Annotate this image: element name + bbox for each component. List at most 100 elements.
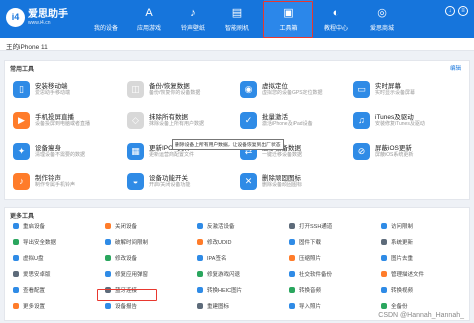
tool-description: 抹除设备上所有用户数据 [149,121,205,127]
more-tool-item[interactable]: 虚拟U盘 [13,253,43,263]
tool-description: 清理设备不需要的数据 [35,152,86,158]
more-tool-label: 导出安全数据 [23,240,57,246]
more-tool-item[interactable]: IPA签名 [197,253,226,263]
tool-icon [289,255,295,261]
nav-tab-6[interactable]: ◐ 教程中心 [314,0,358,38]
more-tool-item[interactable]: 打开SSH通道 [289,221,332,231]
block-update-icon: ⊘ [353,143,370,160]
activate-icon: ✓ [240,112,257,129]
nav-tab-label: 智能刷机 [224,26,249,32]
more-tool-item[interactable]: 访问限制 [381,221,413,231]
nav-tab-label: 教程中心 [323,26,348,32]
tool-description: 虚拟您的设备GPS定位数据 [262,90,323,96]
tool-item[interactable]: ▯ 安装移动端 爱思助手移动端 [13,79,125,104]
nav-tab-3[interactable]: ♪ 铃声壁纸 [171,0,215,38]
more-tool-item[interactable]: 修复游戏闪退 [197,269,240,279]
more-tool-label: 修改UDID [207,240,232,246]
tool-description: 制作专属手机铃声 [35,182,76,188]
tool-item[interactable]: ◒ 设备功能开关 开启/关闭设备功能 [127,171,239,196]
more-tool-item[interactable]: 修复应用弹窗 [105,269,148,279]
logo-url: www.i4.cn [28,20,51,26]
menu-icon[interactable]: ≡ [458,6,468,16]
more-tool-item[interactable]: 转换HEIC图片 [197,285,242,295]
more-tool-label: 修改设备 [115,256,138,262]
tool-icon [197,255,203,261]
download-icon[interactable]: ↓ [445,6,455,16]
tool-description: 设备投屏到电脑或者直播 [35,121,91,127]
tool-icon [13,223,19,229]
more-tool-item[interactable]: 修改设备 [105,253,137,263]
tool-icon [13,303,19,309]
more-tool-label: 重建图标 [207,304,230,310]
tool-item[interactable]: ✕ 删除顽固图标 删除设备顽固图标 [240,171,352,196]
logo-name: 爱思助手 [28,9,68,20]
more-tool-item[interactable]: 重启设备 [13,221,45,231]
common-tools-panel: 常用工具 编辑 ▯ 安装移动端 爱思助手移动端 ◫ 备份/恢复数据 备份/恢复你的设备数据… [4,60,470,200]
more-tool-item[interactable]: 破解时间限制 [105,237,148,247]
more-tool-item[interactable]: 导入照片 [289,301,321,311]
more-tool-item[interactable]: 管理描述文件 [381,269,424,279]
tool-item[interactable]: ◫ 备份/恢复数据 备份/恢复你的设备数据 [127,79,239,104]
more-tool-item[interactable]: 系统更新 [381,237,413,247]
tool-item[interactable]: ▭ 实时屏幕 实时显示设备屏幕 [353,79,465,104]
mobile-app-icon: ▯ [13,81,30,98]
tool-icon [13,271,19,277]
more-tool-item[interactable]: 重建图标 [197,301,229,311]
more-tool-item[interactable]: 更多设置 [13,301,45,311]
tool-icon [289,303,295,309]
nav-tab-2[interactable]: A 应用游戏 [127,0,171,38]
more-tool-item[interactable]: 导出安全数据 [13,237,56,247]
tool-icon [197,303,203,309]
tutorial-icon: ◐ [332,7,340,19]
tool-item[interactable]: ♪ 制作铃声 制作专属手机铃声 [13,171,125,196]
itunes-icon: ♫ [353,112,370,129]
more-tool-label: 系统更新 [391,240,414,246]
more-tool-item[interactable]: 关闭设备 [105,221,137,231]
tool-icon [197,239,203,245]
more-tool-label: 破解时间限制 [115,240,149,246]
tool-icon [105,255,111,261]
more-tool-item[interactable]: 全备份 [381,301,408,311]
ipcc-icon: ▦ [127,143,144,160]
tool-item[interactable]: ◇ 抹除所有数据 抹除设备上所有用户数据 [127,110,239,135]
tool-icon [105,271,111,277]
more-tool-label: 图片去重 [391,256,414,262]
tool-item[interactable]: ✦ 设备瘦身 清理设备不需要的数据 [13,141,125,166]
tool-description: 安装修复iTunes及驱动 [375,121,425,127]
tool-item[interactable]: ⊘ 屏蔽iOS更新 屏蔽iOS系统更新 [353,141,465,166]
more-tool-label: 重启设备 [23,224,46,230]
tool-description: 屏蔽iOS系统更新 [375,152,414,158]
nav-tab-1[interactable]: 我的设备 [84,0,128,38]
more-tool-label: 关闭设备 [115,224,138,230]
more-tool-item[interactable]: 固件下载 [289,237,321,247]
more-tool-item[interactable]: 压缩照片 [289,253,321,263]
flash-icon: ▤ [231,7,243,19]
more-tool-item[interactable]: 查看配置 [13,285,45,295]
more-tool-label: 转换视频 [391,288,414,294]
more-tool-label: 转换HEIC图片 [207,288,243,294]
more-tool-item[interactable]: 爱思安卓版 [13,269,51,279]
more-tools-panel: 更多工具 重启设备 关闭设备 反激活设备 打开SSH通道 访问限制 导出安全数据 破解时间限… [4,207,470,321]
more-tool-item[interactable]: 转换音频 [289,285,321,295]
nav-tab-7[interactable]: ◎ 爱思商城 [360,0,404,38]
clean-icon: ✦ [13,143,30,160]
tool-item[interactable]: ▶ 手机投屏直播 设备投屏到电脑或者直播 [13,110,125,135]
tool-item[interactable]: ♫ iTunes及驱动 安装修复iTunes及驱动 [353,110,465,135]
device-name[interactable]: 王的iPhone 11 [6,41,48,51]
more-tool-label: 查看配置 [23,288,46,294]
more-tool-item[interactable]: 设备报告 [105,301,137,311]
more-tool-item[interactable]: 图片去重 [381,253,413,263]
more-tool-item[interactable]: 反激活设备 [197,221,235,231]
more-tool-item[interactable]: 社交软件备份 [289,269,332,279]
tool-icon [105,303,111,309]
ringtone-icon: ♪ [13,173,30,190]
tool-description: 一键迁移设备数据 [262,152,303,158]
tool-item[interactable]: ✓ 批量激活 激活iPhone及iPad设备 [240,110,352,135]
tool-item[interactable]: ◉ 虚拟定位 虚拟您的设备GPS定位数据 [240,79,352,104]
top-bar: i4 爱思助手 www.i4.cn 我的设备 A 应用游戏 ♪ 铃声壁纸 ▤ 智能刷机 ▣ 工具… [0,0,474,38]
more-tool-item[interactable]: 转换视频 [381,285,413,295]
edit-link[interactable]: 编辑 [450,64,461,72]
more-tool-item[interactable]: 修改UDID [197,237,231,247]
nav-tab-4[interactable]: ▤ 智能刷机 [215,0,259,38]
tool-description: 实时显示设备屏幕 [375,90,416,96]
